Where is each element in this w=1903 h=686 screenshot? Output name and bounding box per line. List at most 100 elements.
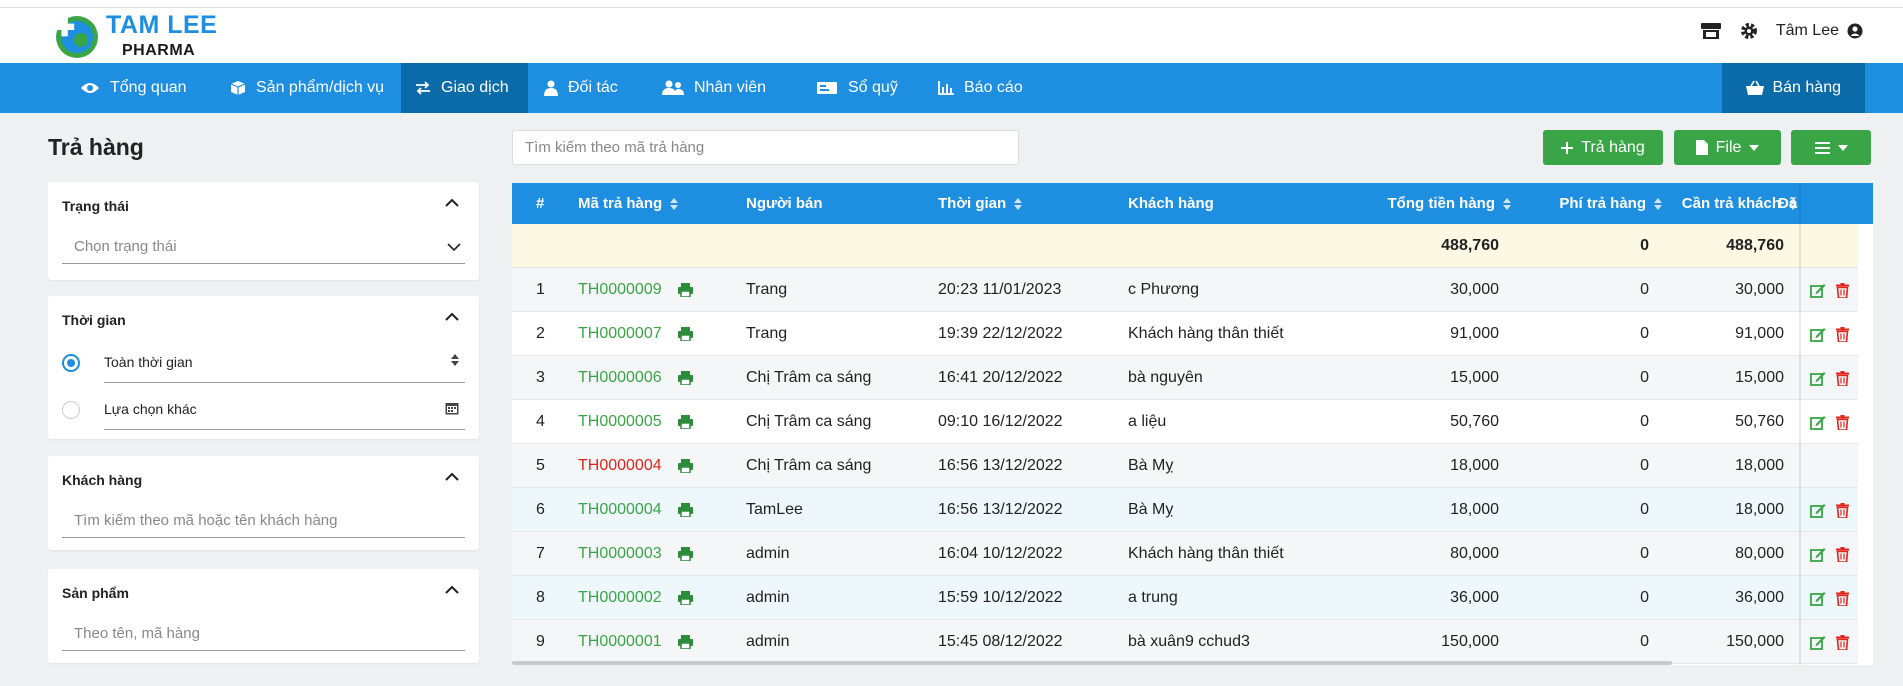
time-all-select[interactable]: Toàn thời gian (104, 352, 465, 383)
table-row[interactable]: 1 TH0000009 Trang 20:23 11/01/2023 c Phương 3… (512, 268, 1858, 312)
sort-icon[interactable] (670, 197, 679, 210)
table-row[interactable]: 4 TH0000005 Chị Trâm ca sáng 09:10 16/12/20… (512, 400, 1858, 444)
return-code-link[interactable]: TH0000003 (578, 545, 662, 563)
return-code-link[interactable]: TH0000004 (578, 457, 662, 475)
add-return-button[interactable]: Trả hàng (1543, 130, 1663, 165)
time-custom-input[interactable]: Lựa chọn khác (104, 399, 465, 430)
trash-icon[interactable] (1836, 326, 1849, 342)
table-row[interactable]: 2 TH0000007 Trang 19:39 22/12/2022 Khách hàn… (512, 312, 1858, 356)
trash-icon[interactable] (1836, 546, 1849, 562)
return-code-link[interactable]: TH0000005 (578, 413, 662, 431)
return-code-link[interactable]: TH0000004 (578, 501, 662, 519)
nav-item-partners[interactable]: Đối tác (530, 63, 632, 113)
column-menu-button[interactable] (1791, 130, 1871, 165)
row-customer: a trung (1128, 589, 1178, 606)
row-time: 16:41 20/12/2022 (938, 369, 1063, 386)
header-actions: Tâm Lee (1700, 22, 1863, 40)
row-actions (1810, 400, 1849, 444)
col-total[interactable]: Tổng tiền hàng (1321, 183, 1511, 224)
trash-icon[interactable] (1836, 414, 1849, 430)
edit-icon[interactable] (1810, 327, 1826, 342)
nav-item-overview[interactable]: Tổng quan (66, 63, 201, 113)
radio-selected[interactable] (62, 354, 80, 372)
return-code-link[interactable]: TH0000001 (578, 633, 662, 651)
sort-icon[interactable] (1654, 197, 1662, 210)
col-refund[interactable]: Cần trả khách (1662, 183, 1797, 224)
edit-icon[interactable] (1810, 635, 1826, 650)
edit-icon[interactable] (1810, 503, 1826, 518)
row-index: 7 (536, 545, 545, 562)
row-index: 6 (536, 501, 545, 518)
edit-icon[interactable] (1810, 591, 1826, 606)
row-code-cell: TH0000005 (578, 400, 693, 444)
nav-item-staff[interactable]: Nhân viên (648, 63, 780, 113)
edit-icon[interactable] (1810, 547, 1826, 562)
radio-unselected[interactable] (62, 401, 80, 419)
print-icon[interactable] (677, 635, 693, 649)
trash-icon[interactable] (1836, 502, 1849, 518)
time-option-custom[interactable]: Lựa chọn khác (62, 399, 465, 430)
trash-icon[interactable] (1836, 634, 1849, 650)
return-code-link[interactable]: TH0000006 (578, 369, 662, 387)
print-icon[interactable] (677, 591, 693, 605)
print-icon[interactable] (677, 415, 693, 429)
chevron-down-icon (447, 243, 461, 252)
nav-item-transactions[interactable]: Giao dịch (401, 63, 528, 113)
chevron-up-icon[interactable] (445, 312, 459, 322)
print-icon[interactable] (677, 327, 693, 341)
table-header: # Mã trả hàng Người bán Thời gian Khách … (512, 183, 1873, 224)
table-row[interactable]: 7 TH0000003 admin 16:04 10/12/2022 Khách hàn… (512, 532, 1858, 576)
edit-icon[interactable] (1810, 283, 1826, 298)
row-refund: 36,000 (1735, 589, 1784, 606)
chevron-up-icon[interactable] (445, 198, 459, 208)
user-circle-icon (1847, 23, 1863, 39)
print-icon[interactable] (677, 459, 693, 473)
chevron-up-icon[interactable] (445, 585, 459, 595)
sell-button[interactable]: Bán hàng (1722, 63, 1865, 113)
nav-item-products[interactable]: Sản phẩm/dịch vụ (216, 63, 398, 113)
file-button[interactable]: File (1674, 130, 1781, 165)
time-option-all[interactable]: Toàn thời gian (62, 352, 465, 383)
edit-icon[interactable] (1810, 415, 1826, 430)
status-select[interactable]: Chọn trạng thái (62, 238, 465, 264)
col-time[interactable]: Thời gian (938, 183, 1023, 224)
return-code-link[interactable]: TH0000002 (578, 589, 662, 607)
table-row[interactable]: 8 TH0000002 admin 15:59 10/12/2022 a trung 36… (512, 576, 1858, 620)
trash-icon[interactable] (1836, 282, 1849, 298)
return-code-link[interactable]: TH0000009 (578, 281, 662, 299)
print-icon[interactable] (677, 283, 693, 297)
chevron-up-icon[interactable] (445, 472, 459, 482)
gear-icon[interactable] (1740, 22, 1758, 40)
table-row[interactable]: 9 TH0000001 admin 15:45 08/12/2022 bà xuân9 … (512, 620, 1858, 664)
user-menu[interactable]: Tâm Lee (1776, 22, 1863, 40)
calendar-icon[interactable] (445, 401, 459, 415)
print-icon[interactable] (677, 503, 693, 517)
horizontal-scrollbar[interactable] (512, 661, 1672, 665)
table-row[interactable]: 5 TH0000004 Chị Trâm ca sáng 16:56 13/12/20… (512, 444, 1858, 488)
sort-icon[interactable] (1503, 197, 1511, 210)
col-fee[interactable]: Phí trả hàng (1512, 183, 1662, 224)
return-code-link[interactable]: TH0000007 (578, 325, 662, 343)
row-index: 5 (536, 457, 545, 474)
product-search-input[interactable]: Theo tên, mã hàng (62, 625, 465, 651)
row-index: 8 (536, 589, 545, 606)
nav-item-cashbook[interactable]: Sổ quỹ (802, 63, 912, 113)
trash-icon[interactable] (1836, 370, 1849, 386)
print-icon[interactable] (677, 547, 693, 561)
table-row[interactable]: 3 TH0000006 Chị Trâm ca sáng 16:41 20/12/20… (512, 356, 1858, 400)
print-icon[interactable] (677, 371, 693, 385)
row-seller: admin (746, 589, 790, 606)
exchange-icon (416, 81, 430, 95)
table-row[interactable]: 6 TH0000004 TamLee 16:56 13/12/2022 Bà Mỵ 18,… (512, 488, 1858, 532)
return-search-input[interactable]: Tìm kiếm theo mã trả hàng (512, 130, 1019, 165)
sort-icon[interactable] (1014, 197, 1023, 210)
store-icon[interactable] (1700, 22, 1722, 40)
nav-item-reports[interactable]: Báo cáo (924, 63, 1037, 113)
row-refund: 50,760 (1735, 413, 1784, 430)
customer-search-input[interactable]: Tìm kiếm theo mã hoặc tên khách hàng (62, 512, 465, 538)
edit-icon[interactable] (1810, 371, 1826, 386)
trash-icon[interactable] (1836, 590, 1849, 606)
product-filter-panel: Sản phẩm Theo tên, mã hàng (48, 569, 479, 663)
col-code[interactable]: Mã trả hàng (578, 183, 679, 224)
summary-refund: 488,760 (1726, 237, 1784, 254)
